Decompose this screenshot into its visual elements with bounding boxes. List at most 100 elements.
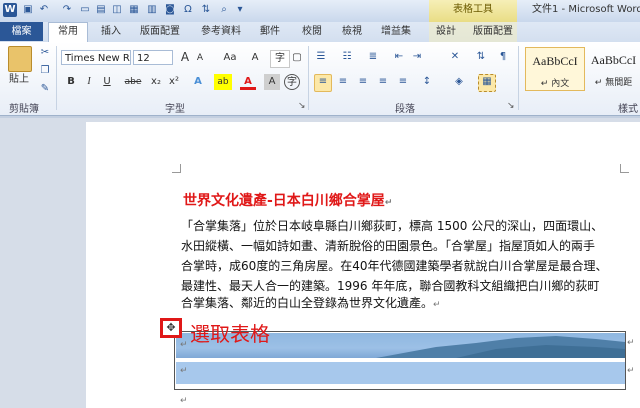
tab-add-ins[interactable]: 增益集 [375, 23, 417, 42]
decrease-indent-icon[interactable]: ⇤ [392, 50, 406, 64]
align-center-icon[interactable]: ≡ [336, 75, 350, 89]
paragraph-mark: ↵ [433, 300, 441, 310]
style-no-spacing[interactable]: AaBbCcI ↵ 無間距 [587, 47, 640, 91]
style-no-spacing-sample: AaBbCcI [590, 53, 637, 67]
bold-button[interactable]: B [64, 74, 78, 90]
style-normal-label: ↵ 內文 [540, 79, 570, 89]
shrink-font-icon[interactable]: A [194, 50, 206, 66]
clear-format-icon[interactable]: A [247, 50, 263, 66]
bullets-icon[interactable]: ☰ [314, 50, 328, 64]
styles-group-label: 樣式 [618, 104, 638, 115]
font-color-button[interactable]: A [240, 74, 256, 90]
char-border-icon[interactable]: ▢ [290, 50, 304, 66]
heading-text: 世界文化遺產-日本白川鄉合掌屋 [183, 193, 385, 209]
paragraph-line[interactable]: 水田縱橫、一幅如詩如畫、清新脫俗的田園景色。「合掌屋」指屋頂如人的兩手 [181, 238, 595, 254]
margin-corner-mark [172, 164, 181, 173]
paragraph-line[interactable]: 最建性、最天人合一的建築。1996 年年底，聯合國教科文組織把白川鄉的荻町 [181, 278, 599, 294]
tab-table-design[interactable]: 設計 [431, 23, 461, 42]
paste-clipboard-icon[interactable] [8, 46, 32, 72]
font-name-box[interactable]: Times New R [61, 50, 131, 65]
font-dialog-launcher-icon[interactable]: ↘ [298, 101, 306, 111]
table-move-handle-icon[interactable]: ✥ [160, 318, 182, 338]
show-marks-icon[interactable]: ¶ [496, 50, 510, 64]
font-size-box[interactable]: 12 [133, 50, 173, 65]
search-icon[interactable]: ⌕ [217, 3, 231, 17]
paragraph-mark: ↵ [180, 396, 188, 406]
tab-mailings[interactable]: 郵件 [255, 23, 285, 42]
distributed-icon[interactable]: ≡ [396, 75, 410, 89]
cut-icon[interactable]: ✂ [38, 46, 52, 60]
paragraph-line[interactable]: 「合掌集落」位於日本岐阜縣白川鄉荻町，標高 1500 公尺的深山，四面環山、 [181, 218, 603, 234]
ruler-strip [0, 116, 640, 118]
table-tools-context-label: 表格工具 [429, 0, 517, 22]
table-icon[interactable]: ▦ [127, 3, 141, 17]
tab-file[interactable]: 檔案 [0, 22, 43, 41]
enclose-char-button[interactable]: 字 [284, 74, 300, 90]
window-title: 文件1 - Microsoft Word [532, 4, 640, 15]
align-right-icon[interactable]: ≡ [356, 75, 370, 89]
grow-font-icon[interactable]: A [178, 49, 192, 65]
change-case-icon[interactable]: Aa [219, 50, 241, 66]
superscript-button[interactable]: x² [166, 74, 182, 90]
omega-icon[interactable]: Ω [181, 3, 195, 17]
row-end-mark: ↵ [627, 338, 635, 348]
italic-button[interactable]: I [82, 74, 96, 90]
sort-icon[interactable]: ⇅ [199, 3, 213, 17]
group-separator [308, 46, 309, 110]
style-no-spacing-label: ↵ 無間距 [594, 78, 633, 88]
print-preview-icon[interactable]: ◫ [110, 3, 124, 17]
copy-icon[interactable]: ❐ [38, 64, 52, 78]
table-cell[interactable] [176, 362, 625, 384]
row-end-mark: ↵ [627, 366, 635, 376]
clipboard-group-label: 剪貼簿 [9, 104, 39, 115]
shading-icon[interactable]: ◈ [452, 75, 466, 89]
redo-icon[interactable]: ↷ [60, 3, 74, 17]
asian-layout-icon[interactable]: ✕ [448, 50, 462, 64]
paragraph-line-last[interactable]: 合掌集落、鄰近的白山全登錄為世界文化遺產。↵ [181, 295, 441, 313]
select-table-annotation: 選取表格 [190, 322, 270, 346]
group-separator [56, 46, 57, 110]
tab-home[interactable]: 常用 [48, 22, 88, 43]
customize-icon[interactable]: ▾ [233, 3, 247, 17]
borders-icon[interactable]: ▦ [478, 74, 496, 92]
phonetic-guide-icon[interactable]: 字 [270, 50, 290, 68]
highlight-button[interactable]: ab [214, 74, 232, 90]
paragraph-line-text: 合掌集落、鄰近的白山全登錄為世界文化遺產。 [181, 296, 434, 310]
sort-icon[interactable]: ⇅ [474, 50, 488, 64]
subscript-button[interactable]: x₂ [148, 74, 164, 90]
paragraph-dialog-launcher-icon[interactable]: ↘ [507, 101, 515, 111]
paste-button-label[interactable]: 貼上 [2, 72, 36, 88]
cell-end-mark: ↵ [180, 340, 188, 350]
style-normal[interactable]: AaBbCcI ↵ 內文 [525, 47, 585, 91]
paste-icon[interactable]: ▥ [145, 3, 159, 17]
tab-table-layout[interactable]: 版面配置 [470, 23, 516, 42]
line-spacing-icon[interactable]: ↕ [420, 75, 434, 89]
save-icon[interactable]: ▣ [21, 3, 35, 17]
paragraph-line[interactable]: 合掌時，成60度的三角房屋。在40年代德國建築學者就說白川合掌屋是最合理、 [181, 258, 608, 274]
document-heading[interactable]: 世界文化遺產-日本白川鄉合掌屋↵ [183, 190, 392, 210]
numbering-icon[interactable]: ☷ [340, 50, 354, 64]
tab-view[interactable]: 檢視 [337, 23, 367, 42]
tab-review[interactable]: 校閱 [297, 23, 327, 42]
char-shading-button[interactable]: A [264, 74, 280, 90]
open-icon[interactable]: ▤ [94, 3, 108, 17]
tab-insert[interactable]: 插入 [93, 23, 129, 42]
undo-icon[interactable]: ↶ [37, 3, 51, 17]
camera-icon[interactable]: ◙ [163, 3, 177, 17]
font-group-label: 字型 [165, 104, 185, 115]
tab-page-layout[interactable]: 版面配置 [135, 23, 185, 42]
underline-button[interactable]: U [100, 74, 114, 90]
increase-indent-icon[interactable]: ⇥ [410, 50, 424, 64]
group-separator [518, 46, 519, 110]
paragraph-group-label: 段落 [395, 104, 415, 115]
word-app-icon[interactable]: W [3, 3, 17, 17]
margin-corner-mark [620, 164, 629, 173]
new-doc-icon[interactable]: ▭ [78, 3, 92, 17]
strikethrough-button[interactable]: abe [122, 74, 144, 90]
align-left-icon[interactable]: ≡ [314, 74, 332, 92]
multilevel-list-icon[interactable]: ≣ [366, 50, 380, 64]
tab-references[interactable]: 參考資料 [196, 23, 246, 42]
format-painter-icon[interactable]: ✎ [38, 82, 52, 96]
justify-icon[interactable]: ≡ [376, 75, 390, 89]
text-effects-button[interactable]: A [190, 74, 206, 90]
